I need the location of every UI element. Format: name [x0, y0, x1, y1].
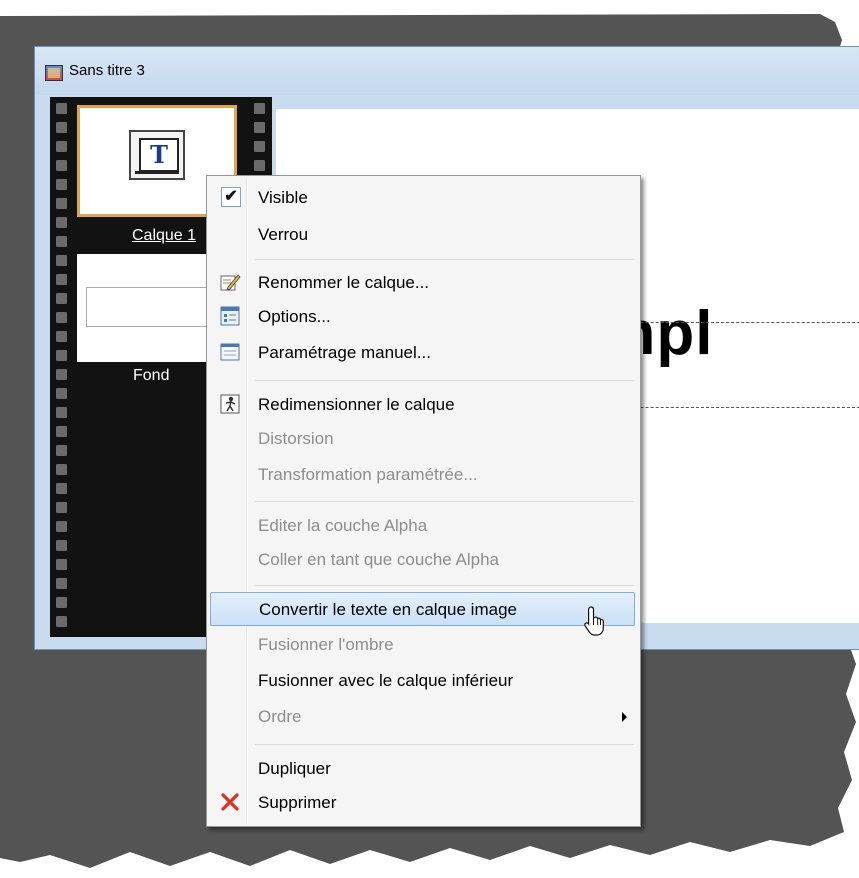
- submenu-arrow-icon: [622, 712, 627, 722]
- menu-item-order[interactable]: Ordre: [210, 700, 635, 734]
- menu-item-resize-layer[interactable]: Redimensionner le calque: [210, 388, 635, 422]
- menu-item-delete[interactable]: Supprimer: [210, 786, 635, 820]
- filmstrip-sprockets-left: [56, 103, 68, 637]
- window-title: Sans titre 3: [69, 62, 145, 79]
- menu-item-edit-alpha[interactable]: Editer la couche Alpha: [210, 509, 635, 543]
- menu-item-merge-shadow[interactable]: Fusionner l'ombre: [210, 628, 635, 662]
- mouse-cursor-icon: [584, 606, 604, 636]
- options-icon: [220, 306, 240, 326]
- layer-context-menu: ✔ Visible Verrou Renommer le calque... O…: [206, 175, 641, 827]
- delete-icon: [221, 793, 239, 811]
- title-bar[interactable]: Sans titre 3: [35, 47, 859, 95]
- layer-name[interactable]: Fond: [133, 367, 169, 385]
- menu-item-duplicate[interactable]: Dupliquer: [210, 752, 635, 786]
- menu-item-visible[interactable]: ✔ Visible: [210, 181, 635, 215]
- menu-separator: [255, 259, 634, 260]
- menu-item-distortion[interactable]: Distorsion: [210, 422, 635, 456]
- menu-item-merge-down[interactable]: Fusionner avec le calque inférieur: [210, 664, 635, 698]
- menu-item-parametric-transform[interactable]: Transformation paramétrée...: [210, 458, 635, 492]
- menu-item-manual-settings[interactable]: Paramétrage manuel...: [210, 336, 635, 370]
- menu-item-paste-alpha[interactable]: Coller en tant que couche Alpha: [210, 543, 635, 577]
- menu-item-rename-layer[interactable]: Renommer le calque...: [210, 266, 635, 300]
- layer-name[interactable]: Calque 1: [132, 227, 196, 245]
- text-layer-icon: T: [129, 130, 185, 180]
- menu-separator: [255, 380, 634, 381]
- app-icon: [45, 65, 63, 81]
- check-icon: ✔: [221, 187, 241, 207]
- resize-icon: [220, 394, 240, 414]
- menu-separator: [255, 585, 634, 586]
- menu-item-convert-text-to-image[interactable]: Convertir le texte en calque image: [210, 592, 635, 626]
- menu-separator: [255, 744, 634, 745]
- rename-icon: [220, 274, 241, 291]
- menu-item-verrou[interactable]: Verrou: [210, 218, 635, 252]
- manual-settings-icon: [220, 343, 240, 361]
- menu-separator: [255, 501, 634, 502]
- menu-item-options[interactable]: Options...: [210, 300, 635, 334]
